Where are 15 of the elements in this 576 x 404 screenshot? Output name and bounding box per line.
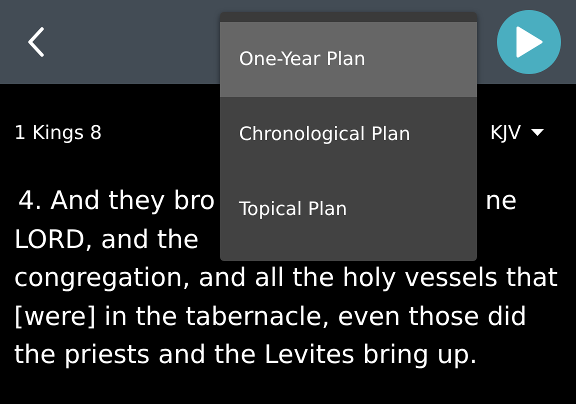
verse-text: LORD, and the	[14, 224, 199, 255]
back-icon	[28, 27, 44, 57]
verse-text: the priests and the Levites bring up.	[14, 340, 478, 370]
menu-item[interactable]: Chronological Plan	[220, 97, 477, 172]
menu-item[interactable]: Topical Plan	[220, 172, 477, 247]
play-icon	[514, 25, 544, 59]
back-button[interactable]	[28, 27, 44, 57]
verse-text: [were] in the tabernacle, even those did	[14, 302, 527, 332]
verse-text: 4. And they bro	[17, 186, 216, 216]
verse-text: congregation, and all the holy vessels that	[14, 263, 558, 294]
menu-item[interactable]: One-Year Plan	[220, 22, 477, 97]
chapter-title: 1 Kings 8	[14, 122, 102, 144]
verse-text: ne	[485, 186, 517, 216]
caret-icon	[531, 129, 544, 137]
version-dropdown[interactable]: KJV	[490, 122, 544, 144]
